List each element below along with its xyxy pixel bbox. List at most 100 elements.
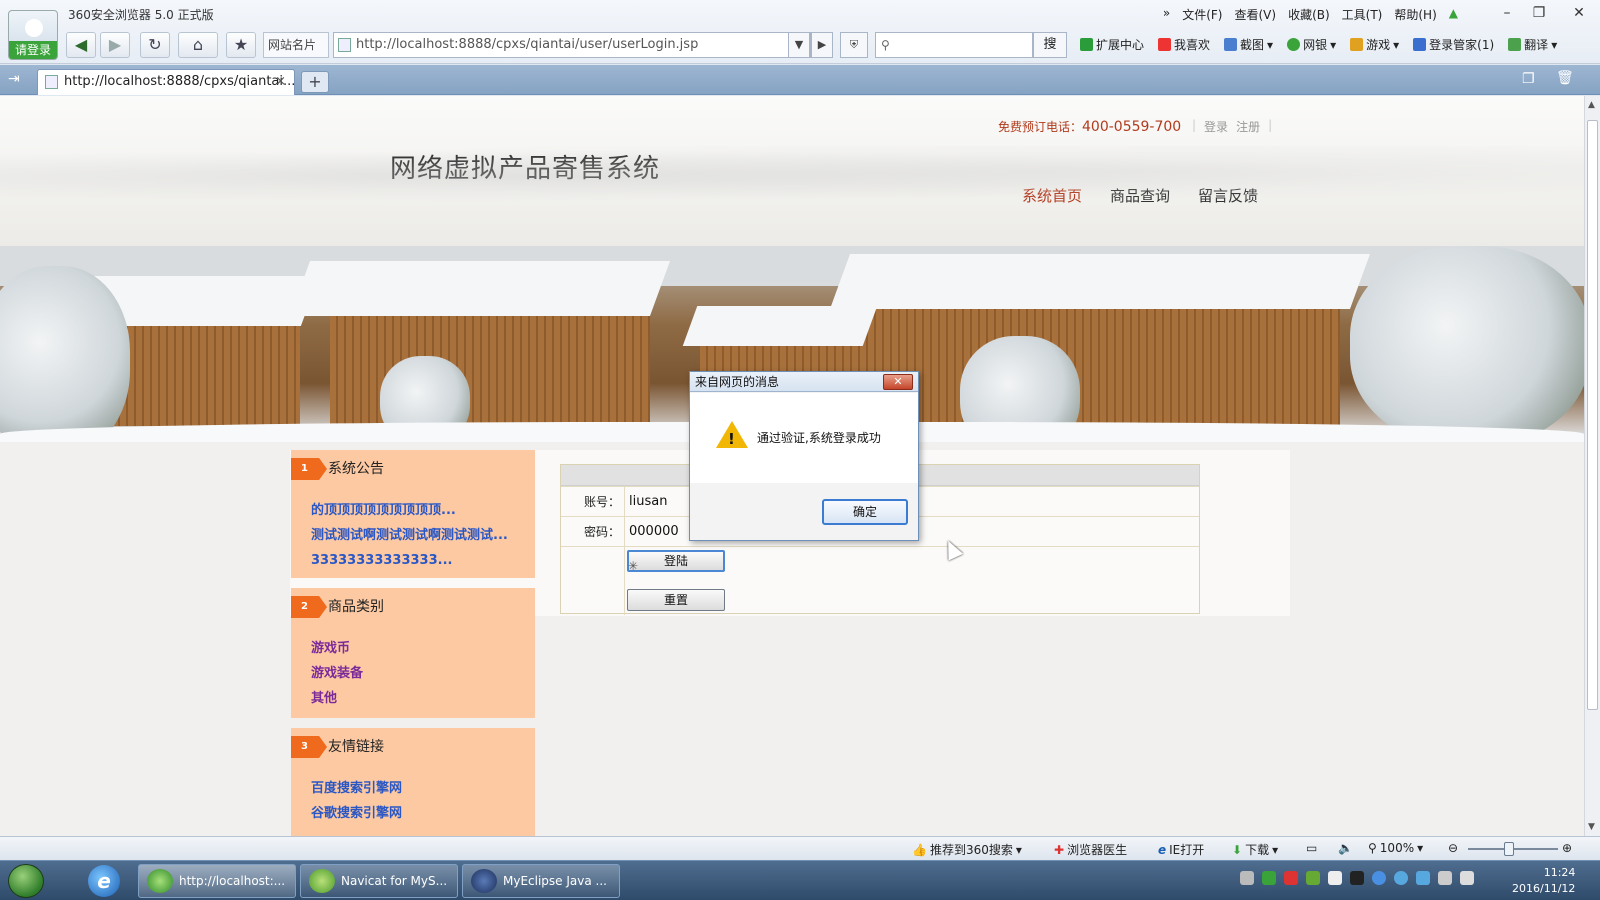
scroll-up-icon[interactable]: ▲ [1588, 100, 1595, 110]
favorite-star-button[interactable]: ★ [226, 32, 256, 58]
address-dropdown-icon[interactable]: ▼ [788, 32, 810, 58]
task-navicat[interactable]: Navicat for MyS... [300, 864, 458, 898]
sidebar-toggle-icon[interactable]: ⇥ [8, 71, 20, 87]
login-prompt[interactable]: 请登录 [9, 41, 57, 59]
login-submit-button[interactable]: 登陆 [627, 550, 725, 572]
site-card-dropdown[interactable]: 网站名片 [263, 32, 329, 58]
friend-link[interactable]: 百度搜索引擎网 [311, 776, 535, 801]
start-button[interactable] [8, 864, 44, 898]
go-button[interactable]: ▶ [811, 32, 833, 58]
shield-icon[interactable]: ⛨ [840, 32, 868, 58]
ie-open-button[interactable]: e IE打开 [1158, 841, 1204, 858]
status-bar: 👍 推荐到360搜索 ▾ ✚ 浏览器医生 e IE打开 ⬇ 下载 ▾ ▭ 🔈 ⚲ 100%… [0, 836, 1600, 860]
nav-home[interactable]: 系统首页 [1022, 185, 1082, 206]
download-button[interactable]: ⬇ 下载 ▾ [1232, 841, 1278, 858]
browser-360-icon [147, 869, 173, 893]
close-window-button[interactable]: ✕ [1563, 2, 1595, 24]
skin-icon[interactable]: ▲ [1449, 6, 1458, 23]
restore-tab-icon[interactable]: ❐ [1522, 71, 1535, 87]
refresh-button[interactable]: ↻ [140, 32, 170, 58]
category-link[interactable]: 游戏币 [311, 636, 535, 661]
security-icon[interactable] [1262, 871, 1276, 885]
zoom-out-icon[interactable]: ⊖ [1448, 841, 1458, 855]
dialog-ok-button[interactable]: 确定 [822, 499, 908, 525]
nvidia-icon[interactable] [1306, 871, 1320, 885]
vertical-scrollbar[interactable]: ▲ ▼ [1584, 96, 1600, 836]
trash-icon[interactable]: 🗑 [1556, 70, 1574, 86]
clock[interactable]: 11:24 2016/11/12 [1512, 865, 1575, 897]
search-input[interactable]: ⚲ [875, 32, 1033, 58]
tool-tray-icon[interactable] [1350, 871, 1364, 885]
restore-button[interactable]: ❐ [1523, 2, 1555, 24]
address-text[interactable]: http://localhost:8888/cpxs/qiantai/user/… [356, 37, 698, 52]
task-myeclipse[interactable]: MyEclipse Java ... [462, 864, 620, 898]
ext-game[interactable]: 游戏 ▾ [1350, 36, 1399, 53]
menu-help[interactable]: 帮助(H) [1394, 6, 1436, 23]
minimize-button[interactable]: – [1491, 2, 1523, 24]
zoom-in-icon[interactable]: ⊕ [1562, 841, 1572, 855]
network-icon[interactable] [1372, 871, 1386, 885]
menu-tools[interactable]: 工具(T) [1342, 6, 1383, 23]
tab-title[interactable]: http://localhost:8888/cpxs/qiantai... [64, 74, 295, 89]
announcement-link[interactable]: 的顶顶顶顶顶顶顶顶顶... [311, 498, 535, 523]
game-icon [1350, 38, 1364, 51]
reset-button[interactable]: 重置 [627, 589, 725, 611]
window-icon[interactable]: ▭ [1306, 841, 1317, 855]
zoom-icon: ⚲ [1368, 841, 1377, 855]
nav-product-search[interactable]: 商品查询 [1110, 185, 1170, 206]
nav-feedback[interactable]: 留言反馈 [1198, 185, 1258, 206]
account-input[interactable]: liusan [629, 487, 667, 517]
keyboard-icon[interactable] [1240, 871, 1254, 885]
login-link[interactable]: 登录 [1204, 118, 1228, 135]
category-link[interactable]: 其他 [311, 686, 535, 711]
system-tray [1240, 871, 1474, 885]
ie-quicklaunch-icon[interactable]: e [88, 865, 120, 897]
announcement-link[interactable]: 测试测试啊测试测试啊测试测试... [311, 523, 535, 548]
ext-screenshot[interactable]: 截图 ▾ [1224, 36, 1273, 53]
menu-expand-icon[interactable]: » [1163, 6, 1170, 23]
category-link[interactable]: 游戏装备 [311, 661, 535, 686]
ext-like[interactable]: 我喜欢 [1158, 36, 1210, 53]
qq-icon[interactable] [1284, 871, 1298, 885]
menu-file[interactable]: 文件(F) [1182, 6, 1222, 23]
ext-translate[interactable]: 翻译 ▾ [1508, 36, 1557, 53]
dialog-close-button[interactable]: ✕ [883, 374, 913, 390]
tab-active[interactable]: http://localhost:8888/cpxs/qiantai... × [37, 69, 295, 95]
scrollbar-thumb[interactable] [1587, 120, 1598, 710]
home-button[interactable]: ⌂ [178, 32, 218, 58]
thumb-icon: 👍 [912, 842, 927, 857]
menu-view[interactable]: 查看(V) [1234, 6, 1276, 23]
zoom-button[interactable]: ⚲ 100% ▾ [1368, 841, 1423, 855]
address-bar[interactable]: http://localhost:8888/cpxs/qiantai/user/… [333, 32, 811, 58]
app-tray-icon[interactable] [1328, 871, 1342, 885]
ext-bank[interactable]: 网银 ▾ [1287, 36, 1336, 53]
ext-center[interactable]: 扩展中心 [1080, 36, 1144, 53]
forward-button[interactable]: ▶ [100, 32, 130, 58]
search-tray-icon[interactable] [1416, 871, 1430, 885]
volume-icon[interactable] [1460, 871, 1474, 885]
browser-doctor-button[interactable]: ✚ 浏览器医生 [1054, 841, 1127, 858]
display-icon[interactable] [1438, 871, 1452, 885]
translate-icon [1508, 38, 1522, 51]
tab-close-icon[interactable]: × [275, 70, 286, 94]
register-link[interactable]: 注册 [1236, 118, 1260, 135]
recommend-360-button[interactable]: 👍 推荐到360搜索 ▾ [912, 841, 1022, 858]
menu-favorites[interactable]: 收藏(B) [1288, 6, 1330, 23]
page-viewport: 免费预订电话：400-0559-700 | 登录 注册 | 网络虚拟产品寄售系统… [0, 96, 1584, 836]
ext-login-manager[interactable]: 登录管家(1) [1413, 36, 1494, 53]
task-browser[interactable]: http://localhost:... [138, 864, 296, 898]
update-icon[interactable] [1394, 871, 1408, 885]
password-input[interactable]: 000000 [629, 517, 679, 547]
user-avatar[interactable]: 请登录 [8, 10, 58, 60]
app-title: 360安全浏览器 5.0 正式版 [68, 8, 214, 22]
scroll-down-icon[interactable]: ▼ [1588, 822, 1595, 832]
announcement-link[interactable]: 33333333333333... [311, 548, 535, 573]
search-button[interactable]: 搜 [1033, 32, 1067, 58]
speaker-icon[interactable]: 🔈 [1338, 841, 1353, 855]
friend-link[interactable]: 谷歌搜索引擎网 [311, 801, 535, 826]
zoom-slider-knob[interactable] [1504, 842, 1514, 856]
new-tab-button[interactable]: + [301, 71, 329, 93]
page-icon [338, 38, 351, 52]
panel-friend-links: 3 友情链接 百度搜索引擎网 谷歌搜索引擎网 [291, 728, 535, 836]
back-button[interactable]: ◀ [66, 32, 96, 58]
